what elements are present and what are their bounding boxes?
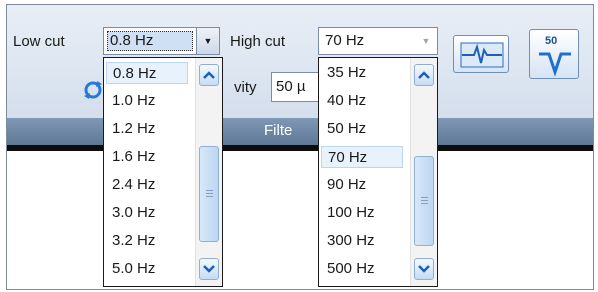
low-cut-scroll-up-button[interactable] — [199, 64, 219, 86]
high-cut-option[interactable]: 100 Hz — [321, 202, 409, 224]
chevron-down-icon — [418, 265, 430, 273]
high-cut-dropdown-button[interactable]: ▼ — [414, 27, 438, 55]
high-cut-option[interactable]: 40 Hz — [321, 90, 409, 112]
low-cut-dropdown-button[interactable]: ▼ — [196, 27, 220, 55]
chevron-down-icon: ▼ — [421, 36, 431, 46]
refresh-icon[interactable] — [82, 80, 104, 100]
sensitivity-value: 50 µ — [276, 78, 306, 95]
low-cut-dropdown-list[interactable]: 0.8 Hz 1.0 Hz 1.2 Hz 1.6 Hz 2.4 Hz 3.0 Hz 3.2 … — [103, 57, 223, 287]
filter-group-title: Filte — [264, 122, 293, 139]
low-cut-option[interactable]: 5.0 Hz — [106, 258, 194, 280]
high-cut-scroll-thumb[interactable] — [414, 156, 434, 246]
low-cut-label: Low cut — [13, 33, 65, 50]
sensitivity-label: vity — [234, 79, 257, 96]
high-cut-option[interactable]: 500 Hz — [321, 258, 409, 280]
high-cut-combobox[interactable]: 70 Hz ▼ — [318, 27, 438, 55]
low-cut-option[interactable]: 2.4 Hz — [106, 174, 194, 196]
high-cut-label: High cut — [230, 33, 286, 50]
low-cut-option[interactable]: 1.0 Hz — [106, 90, 194, 112]
low-cut-value: 0.8 Hz — [110, 32, 154, 49]
waveform-filter-icon — [460, 42, 504, 68]
high-cut-option[interactable]: 90 Hz — [321, 174, 409, 196]
chevron-up-icon — [203, 71, 215, 79]
high-cut-scroll-down-button[interactable] — [414, 258, 434, 280]
low-cut-option[interactable]: 3.0 Hz — [106, 202, 194, 224]
low-cut-scroll-thumb[interactable] — [199, 146, 219, 242]
high-cut-value: 70 Hz — [325, 32, 365, 49]
low-cut-combobox[interactable]: 0.8 Hz ▼ — [103, 27, 220, 55]
notch-50hz-icon — [539, 52, 571, 77]
sensitivity-combobox[interactable]: 50 µ — [271, 72, 321, 102]
low-cut-option[interactable]: 1.2 Hz — [106, 118, 194, 140]
chevron-up-icon — [418, 71, 430, 79]
content-separator — [7, 145, 593, 151]
low-cut-scrollbar[interactable] — [195, 58, 222, 286]
high-cut-option[interactable]: 300 Hz — [321, 230, 409, 252]
high-cut-option[interactable]: 50 Hz — [321, 118, 409, 140]
high-cut-scroll-up-button[interactable] — [414, 64, 434, 86]
high-cut-option[interactable]: 70 Hz — [321, 146, 403, 168]
high-cut-dropdown-list[interactable]: 35 Hz 40 Hz 50 Hz 70 Hz 90 Hz 100 Hz 300 Hz 500… — [318, 57, 438, 287]
high-cut-scrollbar[interactable] — [410, 58, 437, 286]
chevron-down-icon — [203, 265, 215, 273]
low-cut-scroll-down-button[interactable] — [199, 258, 219, 280]
low-cut-option[interactable]: 3.2 Hz — [106, 230, 194, 252]
filter-group-footer — [7, 118, 593, 145]
filter-tool-button[interactable] — [453, 35, 509, 73]
low-cut-option[interactable]: 0.8 Hz — [106, 62, 188, 84]
notch-filter-button[interactable]: 50 — [529, 29, 579, 79]
high-cut-option[interactable]: 35 Hz — [321, 62, 409, 84]
low-cut-option[interactable]: 1.6 Hz — [106, 146, 194, 168]
chevron-down-icon: ▼ — [203, 36, 213, 46]
